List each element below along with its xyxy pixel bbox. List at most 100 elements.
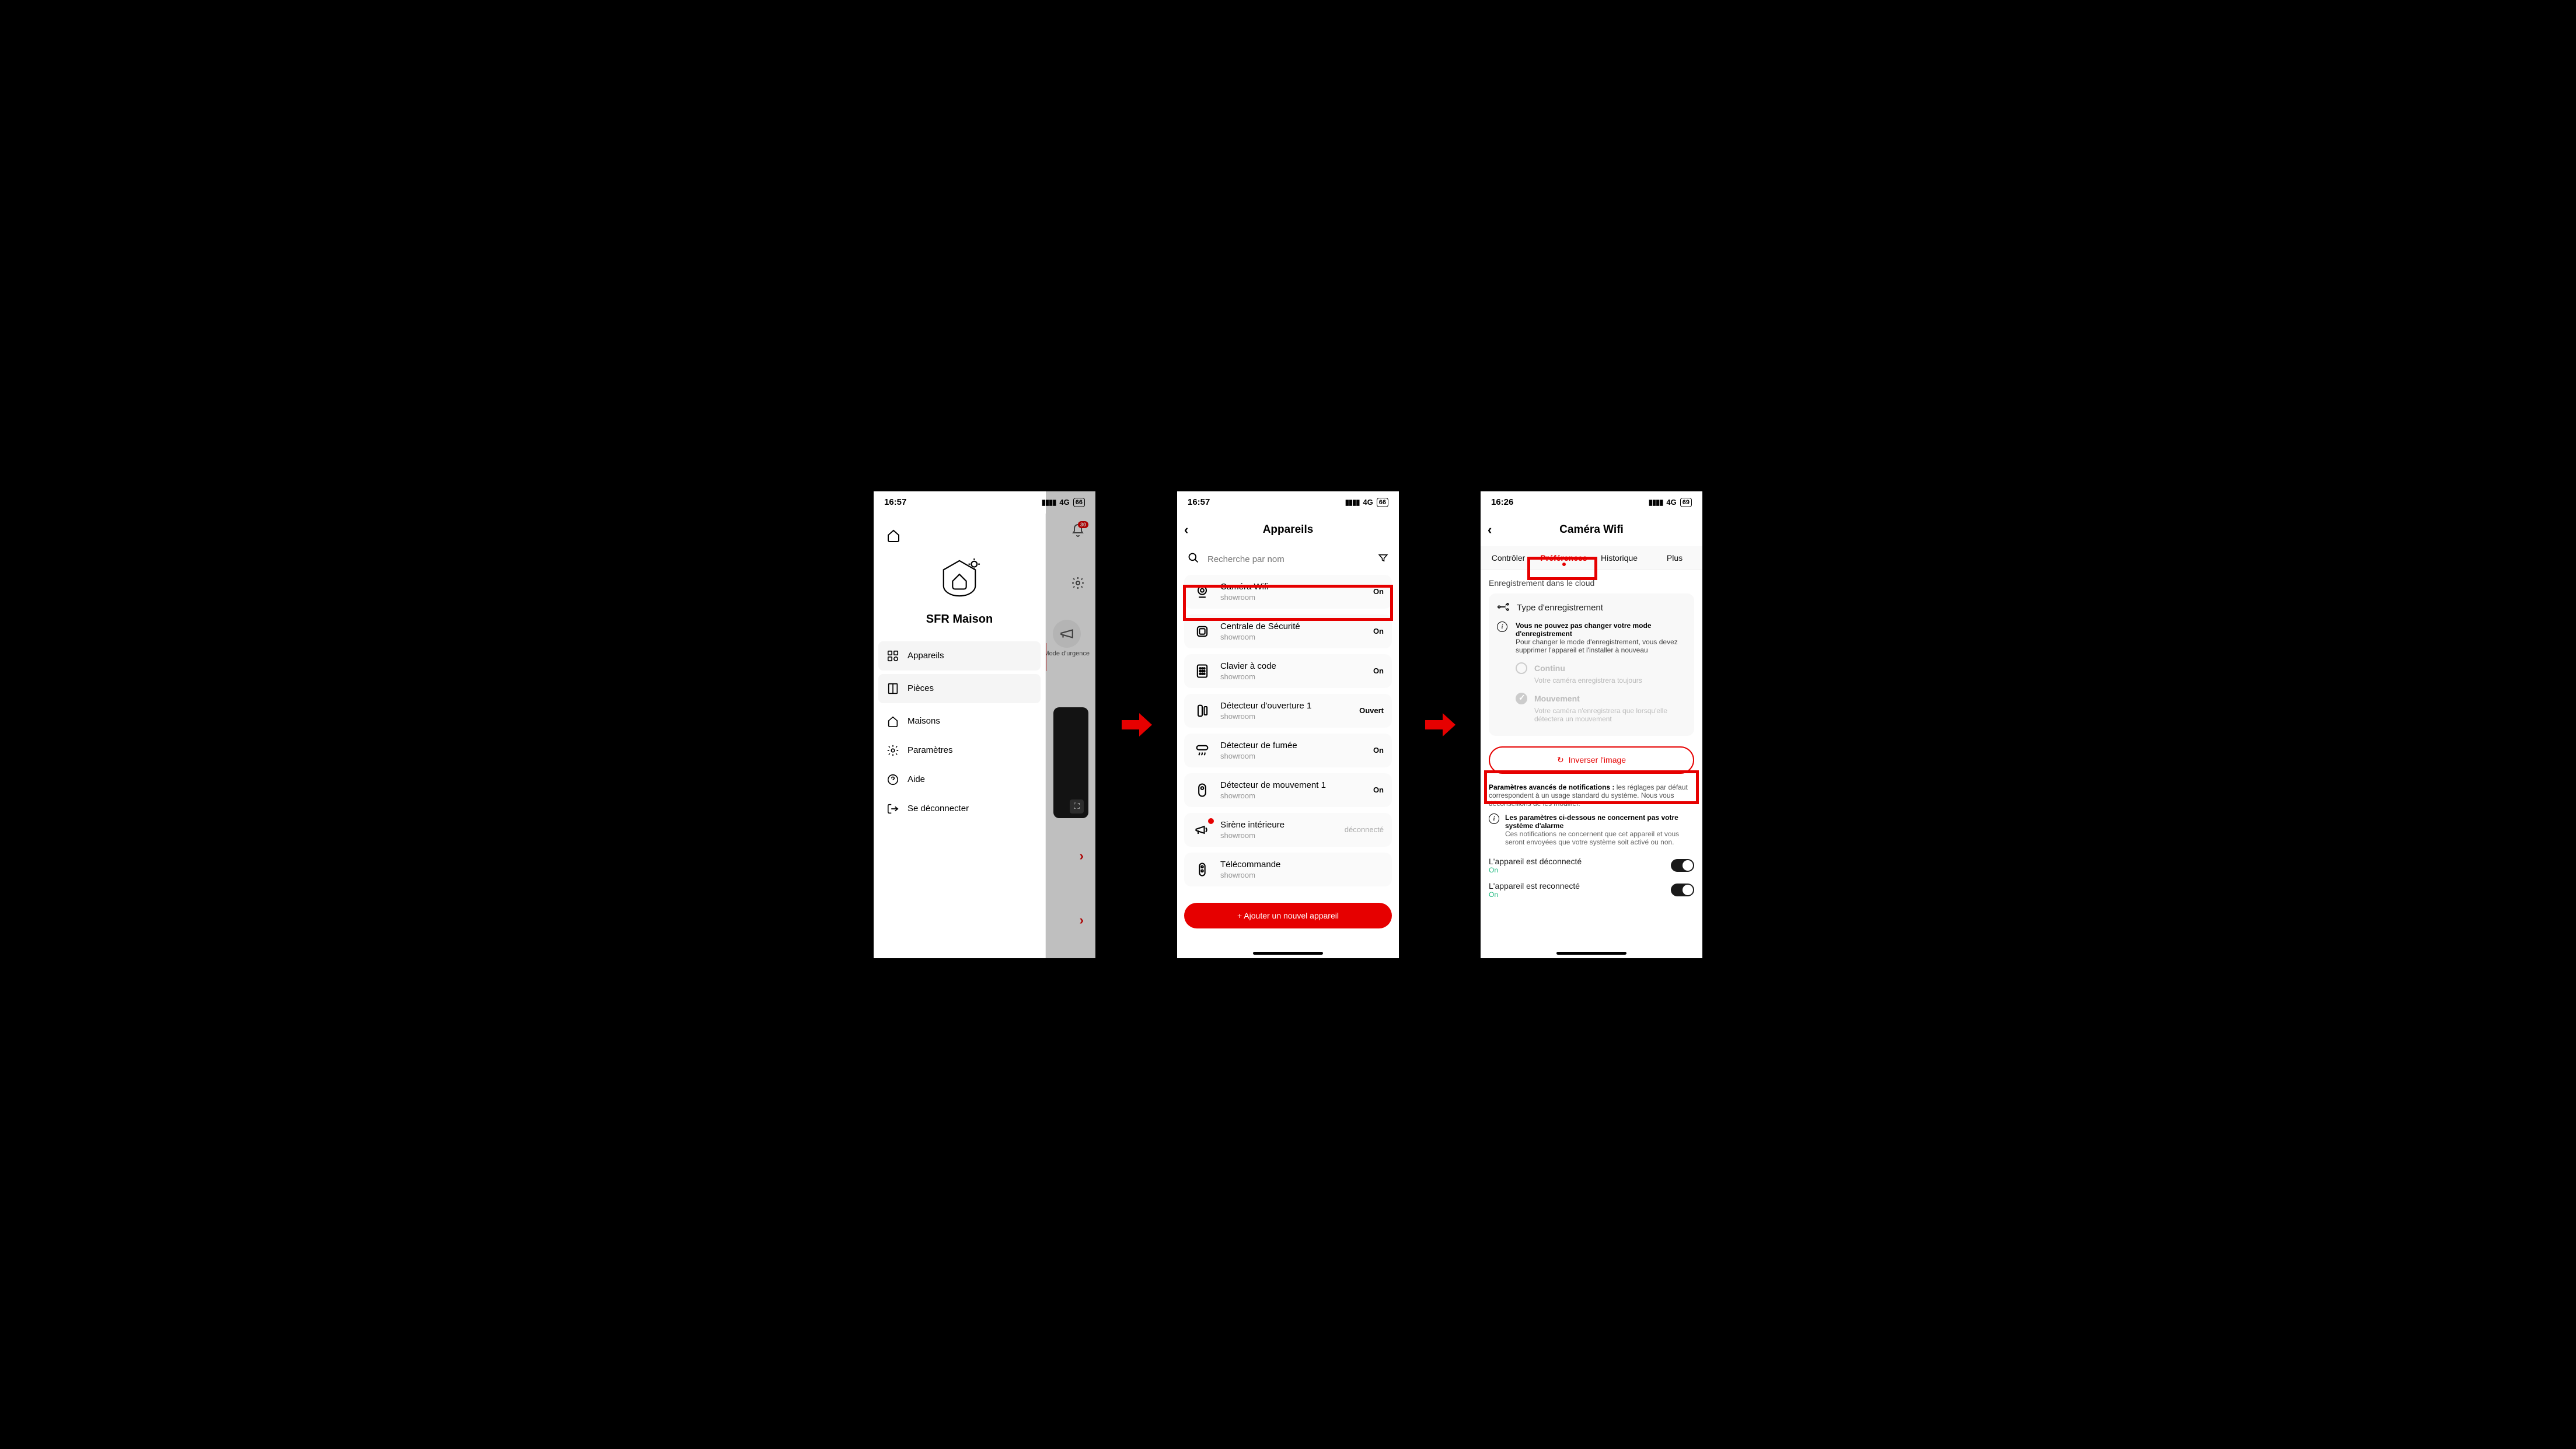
battery-icon: 66 [1377, 498, 1388, 507]
signal-icon: ▮▮▮▮ [1345, 498, 1360, 507]
adv-title: Paramètres avancés de notifications : [1489, 783, 1614, 791]
page-title: Caméra Wifi [1559, 523, 1624, 536]
device-room: showroom [1220, 712, 1311, 721]
toggle-label: L'appareil est déconnecté [1489, 857, 1582, 866]
status-time: 16:57 [1188, 497, 1210, 507]
device-state: Ouvert [1359, 706, 1384, 715]
device-row-smoke[interactable]: Détecteur de fuméeshowroom On [1184, 734, 1392, 767]
drawer-item-label: Pièces [907, 683, 934, 693]
record-type-icon [1497, 602, 1510, 614]
tutorial-arrow-icon [1422, 707, 1457, 742]
device-row-camera[interactable]: Caméra Wifishowroom On [1184, 575, 1392, 609]
device-name: Détecteur d'ouverture 1 [1220, 701, 1311, 711]
status-time: 16:57 [884, 497, 906, 507]
device-row-hub[interactable]: Centrale de Sécuritéshowroom On [1184, 614, 1392, 648]
home-indicator[interactable] [1556, 952, 1626, 955]
search-bar[interactable] [1177, 546, 1399, 572]
app-logo [874, 557, 1045, 602]
smoke-detector-icon [1192, 741, 1212, 760]
device-row-remote[interactable]: Télécommandeshowroom [1184, 853, 1392, 886]
home-indicator[interactable] [1253, 952, 1323, 955]
warn-body: Pour changer le mode d'enregistrement, v… [1516, 638, 1678, 654]
drawer-item-label: Aide [907, 774, 925, 784]
option-label: Continu [1534, 664, 1565, 673]
device-row-motion[interactable]: Détecteur de mouvement 1showroom On [1184, 773, 1392, 807]
home-icon[interactable] [874, 514, 1045, 551]
device-name: Détecteur de fumée [1220, 741, 1297, 750]
drawer-item-logout[interactable]: Se déconnecter [874, 794, 1045, 823]
device-room: showroom [1220, 871, 1280, 879]
device-name: Sirène intérieure [1220, 820, 1284, 830]
advanced-notif-text: Paramètres avancés de notifications : le… [1489, 783, 1694, 808]
option-mouvement[interactable]: Mouvement [1516, 693, 1686, 704]
tab-preferences[interactable]: Préférences [1536, 546, 1591, 570]
drawer-item-label: Appareils [907, 651, 944, 661]
search-input[interactable] [1207, 554, 1370, 564]
devices-icon [886, 650, 899, 662]
device-name: Clavier à code [1220, 661, 1276, 671]
toggle-label: L'appareil est reconnecté [1489, 881, 1580, 891]
info-icon: i [1497, 622, 1509, 654]
tab-bar: Contrôler Préférences Historique Plus [1481, 546, 1702, 570]
drawer-item-maisons[interactable]: Maisons [874, 707, 1045, 736]
device-room: showroom [1220, 752, 1297, 760]
drawer-item-label: Paramètres [907, 745, 953, 755]
device-state: On [1373, 666, 1384, 675]
toggle-switch[interactable] [1671, 859, 1694, 872]
tutorial-sequence: 16:57 ▮▮▮▮ 4G 66 30 Mode d'urgence ⛶ › › [862, 480, 1714, 970]
drawer-title: SFR Maison [874, 613, 1045, 626]
signal-icon: ▮▮▮▮ [1649, 498, 1663, 507]
option-label: Mouvement [1534, 694, 1580, 703]
battery-icon: 69 [1680, 498, 1692, 507]
info2-title: Les paramètres ci-dessous ne concernent … [1505, 813, 1678, 830]
houses-icon [886, 715, 899, 728]
info2-body: Ces notifications ne concernent que cet … [1505, 830, 1679, 846]
phone-screen-1: 16:57 ▮▮▮▮ 4G 66 30 Mode d'urgence ⛶ › › [874, 491, 1095, 958]
network-label: 4G [1363, 498, 1373, 507]
filter-icon[interactable] [1378, 553, 1388, 566]
search-icon [1188, 552, 1199, 567]
back-button[interactable]: ‹ [1488, 522, 1492, 537]
tab-plus[interactable]: Plus [1647, 546, 1702, 570]
dim-overlay[interactable] [1046, 491, 1095, 958]
device-state: On [1373, 627, 1384, 636]
toggle-disconnected: L'appareil est déconnectéOn [1489, 853, 1694, 878]
device-room: showroom [1220, 831, 1284, 840]
phone-screen-2: 16:57 ▮▮▮▮ 4G 66 ‹ Appareils Caméra Wifi… [1177, 491, 1399, 958]
drawer-item-appareils[interactable]: Appareils [878, 641, 1041, 671]
motion-sensor-icon [1192, 780, 1212, 800]
back-button[interactable]: ‹ [1184, 522, 1188, 537]
radio-checked-icon [1516, 693, 1527, 704]
toggle-switch[interactable] [1671, 884, 1694, 896]
door-sensor-icon [1192, 701, 1212, 721]
option-continu[interactable]: Continu [1516, 662, 1686, 674]
device-room: showroom [1220, 672, 1276, 681]
invert-image-button[interactable]: ↻ Inverser l'image [1489, 746, 1694, 774]
offline-dot-icon [1208, 818, 1214, 824]
siren-icon [1192, 820, 1212, 840]
device-name: Détecteur de mouvement 1 [1220, 780, 1326, 790]
add-device-button[interactable]: + Ajouter un nouvel appareil [1184, 903, 1392, 928]
tab-historique[interactable]: Historique [1591, 546, 1647, 570]
drawer-item-parametres[interactable]: Paramètres [874, 736, 1045, 765]
toggle-state: On [1489, 866, 1582, 874]
remote-icon [1192, 860, 1212, 879]
record-type-label: Type d'enregistrement [1517, 603, 1603, 613]
gear-icon [886, 744, 899, 757]
radio-icon [1516, 662, 1527, 674]
phone-screen-3: 16:26 ▮▮▮▮ 4G 69 ‹ Caméra Wifi Contrôler… [1481, 491, 1702, 958]
tab-controler[interactable]: Contrôler [1481, 546, 1536, 570]
device-name: Centrale de Sécurité [1220, 622, 1300, 631]
device-row-siren[interactable]: Sirène intérieureshowroom déconnecté [1184, 813, 1392, 847]
drawer-item-aide[interactable]: Aide [874, 765, 1045, 794]
device-row-keypad[interactable]: Clavier à codeshowroom On [1184, 654, 1392, 688]
device-room: showroom [1220, 791, 1326, 800]
tutorial-arrow-icon [1119, 707, 1154, 742]
device-room: showroom [1220, 593, 1269, 602]
drawer-item-label: Maisons [907, 716, 940, 726]
tab-label: Préférences [1540, 553, 1587, 563]
info-icon: i [1489, 813, 1499, 846]
drawer-item-pieces[interactable]: Pièces [878, 674, 1041, 703]
device-row-door-sensor[interactable]: Détecteur d'ouverture 1showroom Ouvert [1184, 694, 1392, 728]
device-list: Caméra Wifishowroom On Centrale de Sécur… [1177, 572, 1399, 895]
